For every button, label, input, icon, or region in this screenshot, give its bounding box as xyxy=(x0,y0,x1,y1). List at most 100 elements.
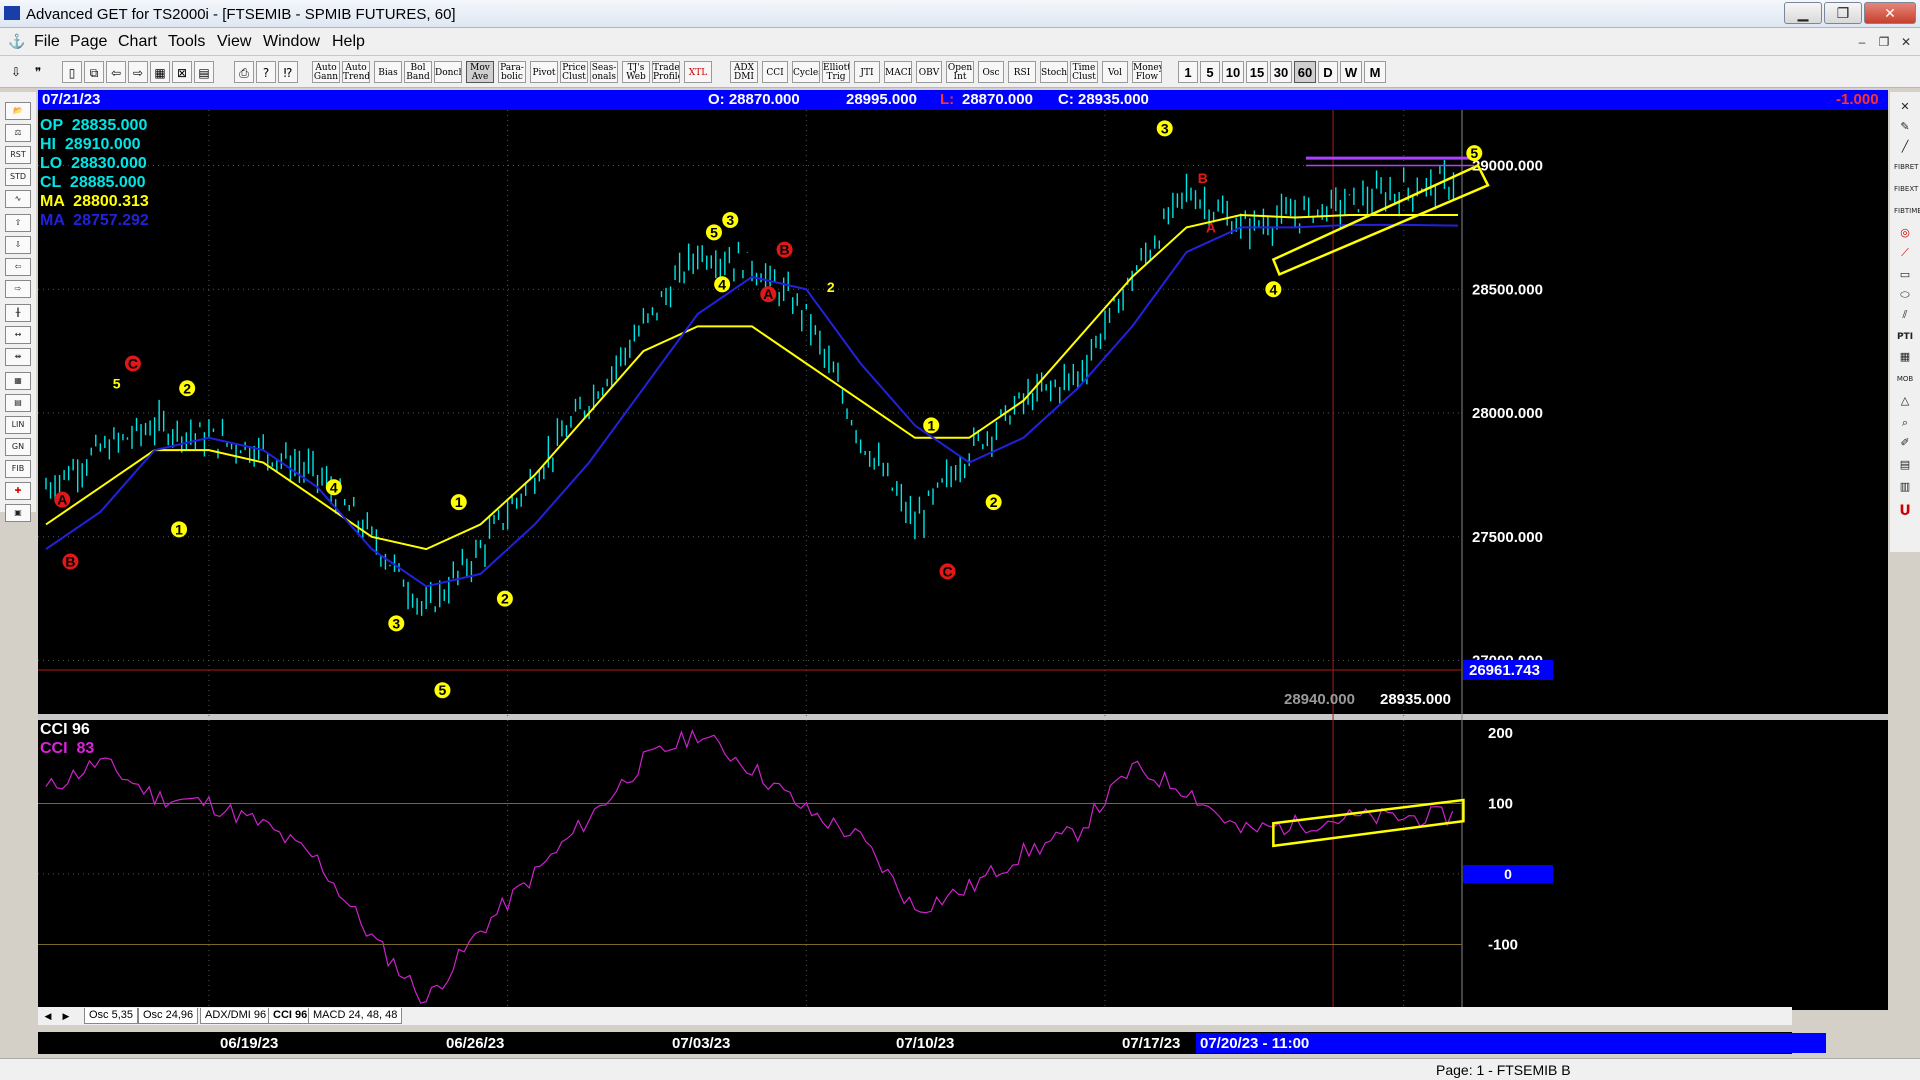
timeframe-60[interactable]: 60 xyxy=(1294,61,1316,83)
ellipse-icon[interactable]: ⬭ xyxy=(1894,286,1916,304)
menu-help[interactable]: Help xyxy=(332,33,365,51)
copy-icon[interactable]: ⧉ xyxy=(84,61,104,83)
tab-cci-96[interactable]: CCI 96 xyxy=(268,1008,313,1024)
triangle-icon[interactable]: △ xyxy=(1894,392,1916,410)
tab-osc-24-96[interactable]: Osc 24,96 xyxy=(138,1008,199,1024)
tool-elliott-trig[interactable]: Elliott Trig xyxy=(822,61,850,83)
tool-open-int[interactable]: Open Int xyxy=(946,61,974,83)
fib-icon[interactable]: FIB xyxy=(5,460,31,478)
close-button[interactable]: ✕ xyxy=(1864,2,1916,24)
trendline-icon[interactable]: ╱ xyxy=(1894,138,1916,156)
quote-icon[interactable]: ❞ xyxy=(28,61,48,83)
right-arrow-icon[interactable]: ⇨ xyxy=(5,280,31,298)
expand-icon[interactable]: ↔ xyxy=(5,326,31,344)
menu-view[interactable]: View xyxy=(217,33,251,51)
channel-icon[interactable]: ⫽ xyxy=(1894,306,1916,324)
notes-icon[interactable]: ▥ xyxy=(1894,478,1916,496)
grid-lines-icon[interactable]: ▤ xyxy=(5,394,31,412)
help-icon[interactable]: ? xyxy=(256,61,276,83)
print-icon[interactable]: ⎙ xyxy=(234,61,254,83)
tab-macd[interactable]: MACD 24, 48, 48 xyxy=(308,1008,403,1024)
tool-xtl[interactable]: XTL xyxy=(684,61,712,83)
save-icon[interactable]: ▣ xyxy=(5,504,31,522)
fib-retracement-icon[interactable]: FIBRET xyxy=(1894,158,1918,176)
chart-svg[interactable]: 29000.00028500.00028000.00027500.0002700… xyxy=(38,110,1888,1010)
mdi-restore-icon[interactable]: ❐ xyxy=(1874,32,1894,52)
back-icon[interactable]: ⇦ xyxy=(106,61,126,83)
timeframe-30[interactable]: 30 xyxy=(1270,61,1292,83)
timeframe-15[interactable]: 15 xyxy=(1246,61,1268,83)
table-icon[interactable]: ▤ xyxy=(194,61,214,83)
lines-icon[interactable]: LIN xyxy=(5,416,31,434)
tab-adx-dmi[interactable]: ADX/DMI 96 xyxy=(200,1008,272,1024)
timeframe-d[interactable]: D xyxy=(1318,61,1338,83)
tool-bias[interactable]: Bias xyxy=(374,61,402,83)
tool-price-clust[interactable]: Price Clust xyxy=(560,61,588,83)
down-arrow-icon[interactable]: ⇩ xyxy=(5,236,31,254)
study-icon[interactable]: STD xyxy=(5,168,31,186)
marker-icon[interactable]: ✐ xyxy=(1894,434,1916,452)
timeframe-w[interactable]: W xyxy=(1340,61,1362,83)
mdi-minimize-icon[interactable]: ‒ xyxy=(1852,32,1872,52)
fib-extension-icon[interactable]: FIBEXT xyxy=(1894,180,1918,198)
pencil-icon[interactable]: ✎ xyxy=(1894,118,1916,136)
tool-parabolic[interactable]: Para- bolic xyxy=(498,61,526,83)
timeframe-m[interactable]: M xyxy=(1364,61,1386,83)
minimize-button[interactable]: ▁ xyxy=(1784,2,1822,24)
scale-icon[interactable]: ⚖ xyxy=(5,124,31,142)
tool-donch[interactable]: Donch xyxy=(434,61,462,83)
tool-auto-trend[interactable]: Auto Trend xyxy=(342,61,370,83)
tab-prev-icon[interactable]: ◀ xyxy=(40,1008,56,1024)
fib-time-icon[interactable]: FIBTIME xyxy=(1894,202,1920,220)
bars-icon[interactable]: ╫ xyxy=(5,304,31,322)
zoom-icon[interactable]: ⌕ xyxy=(1894,414,1916,432)
menu-chart[interactable]: Chart xyxy=(118,33,157,51)
timeframe-10[interactable]: 10 xyxy=(1222,61,1244,83)
doc-icon[interactable]: ⚓ xyxy=(8,33,25,50)
menu-window[interactable]: Window xyxy=(263,33,320,51)
tool-rsi[interactable]: RSI xyxy=(1008,61,1036,83)
rectangle-icon[interactable]: ▭ xyxy=(1894,266,1916,284)
table-view-icon[interactable]: ▦ xyxy=(1894,348,1916,366)
context-help-icon[interactable]: ⁉ xyxy=(278,61,298,83)
left-arrow-icon[interactable]: ⇦ xyxy=(5,258,31,276)
timeframe-5[interactable]: 5 xyxy=(1200,61,1220,83)
menu-page[interactable]: Page xyxy=(70,33,107,51)
menu-file[interactable]: File xyxy=(34,33,60,51)
maximize-button[interactable]: ❐ xyxy=(1824,2,1862,24)
new-page-icon[interactable]: ▯ xyxy=(62,61,82,83)
delete-tool-icon[interactable]: ✕ xyxy=(1894,98,1916,116)
pti-icon[interactable]: PTI xyxy=(1894,328,1916,346)
elliott-icon[interactable]: ∿ xyxy=(5,190,31,208)
mob-icon[interactable]: MOB xyxy=(1894,370,1916,388)
tool-stoch[interactable]: Stoch xyxy=(1040,61,1068,83)
tool-mov-ave[interactable]: Mov Ave xyxy=(466,61,494,83)
tool-cci[interactable]: CCI xyxy=(762,61,788,83)
tool-macd[interactable]: MACD xyxy=(884,61,912,83)
forward-icon[interactable]: ⇨ xyxy=(128,61,148,83)
tool-vol[interactable]: Vol xyxy=(1102,61,1128,83)
gann-icon[interactable]: GN xyxy=(5,438,31,456)
list-icon[interactable]: ▤ xyxy=(1894,456,1916,474)
tool-bol-band[interactable]: Bol Band xyxy=(404,61,432,83)
undo-icon[interactable]: U xyxy=(1894,502,1916,520)
tool-time-clust[interactable]: Time Clust xyxy=(1070,61,1098,83)
tool-auto-gann[interactable]: Auto Gann xyxy=(312,61,340,83)
tool-money-flow[interactable]: Money Flow xyxy=(1132,61,1162,83)
fan-icon[interactable]: ⟋ xyxy=(1894,244,1916,262)
chart-area[interactable]: 29000.00028500.00028000.00027500.0002700… xyxy=(38,110,1888,1010)
tool-osc[interactable]: Osc xyxy=(978,61,1004,83)
tool-pivot[interactable]: Pivot xyxy=(530,61,558,83)
spiral-icon[interactable]: ◎ xyxy=(1894,224,1916,242)
tool-cycles[interactable]: Cycles xyxy=(792,61,820,83)
crosshair-icon[interactable]: ✚ xyxy=(5,482,31,500)
mdi-close-icon[interactable]: ✕ xyxy=(1896,32,1916,52)
tool-jti[interactable]: JTI xyxy=(854,61,880,83)
pin-icon[interactable]: ⇩ xyxy=(6,61,26,83)
tool-seasonals[interactable]: Seas- onals xyxy=(590,61,618,83)
cancel-icon[interactable]: ⊠ xyxy=(172,61,192,83)
calendar-icon[interactable]: ▦ xyxy=(5,372,31,390)
tool-adx-dmi[interactable]: ADX DMI xyxy=(730,61,758,83)
compress-icon[interactable]: ⇹ xyxy=(5,348,31,366)
tab-next-icon[interactable]: ▶ xyxy=(58,1008,74,1024)
